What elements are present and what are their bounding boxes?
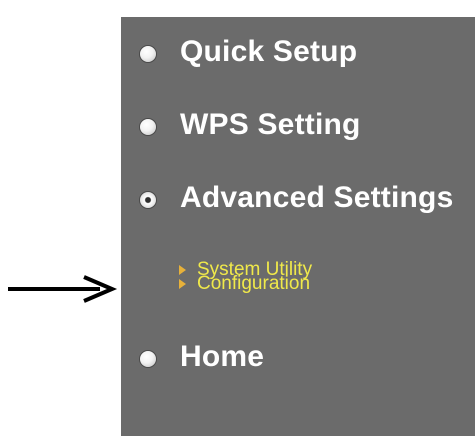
menu-item-home[interactable]: Home [121, 340, 475, 376]
menu-item-label: Home [180, 340, 265, 373]
submenu-item-label: Configuration [197, 273, 311, 294]
triangle-right-icon [179, 279, 186, 289]
navigation-menu: Quick Setup WPS Setting Advanced Setting… [121, 17, 475, 436]
bullet-open-icon [140, 192, 156, 208]
menu-item-advanced-settings[interactable]: Advanced Settings [121, 181, 475, 217]
menu-item-label: Advanced Settings [180, 181, 454, 214]
bullet-icon [140, 46, 156, 62]
bullet-icon [140, 119, 156, 135]
submenu-item-configuration[interactable]: Configuration [121, 273, 475, 297]
menu-item-wps-setting[interactable]: WPS Setting [121, 108, 475, 144]
pointer-arrow-icon [8, 275, 118, 303]
screenshot-stage: Quick Setup WPS Setting Advanced Setting… [0, 0, 475, 436]
bullet-icon [140, 351, 156, 367]
menu-item-label: WPS Setting [180, 108, 361, 141]
menu-item-label: Quick Setup [180, 35, 358, 68]
menu-item-quick-setup[interactable]: Quick Setup [121, 35, 475, 71]
